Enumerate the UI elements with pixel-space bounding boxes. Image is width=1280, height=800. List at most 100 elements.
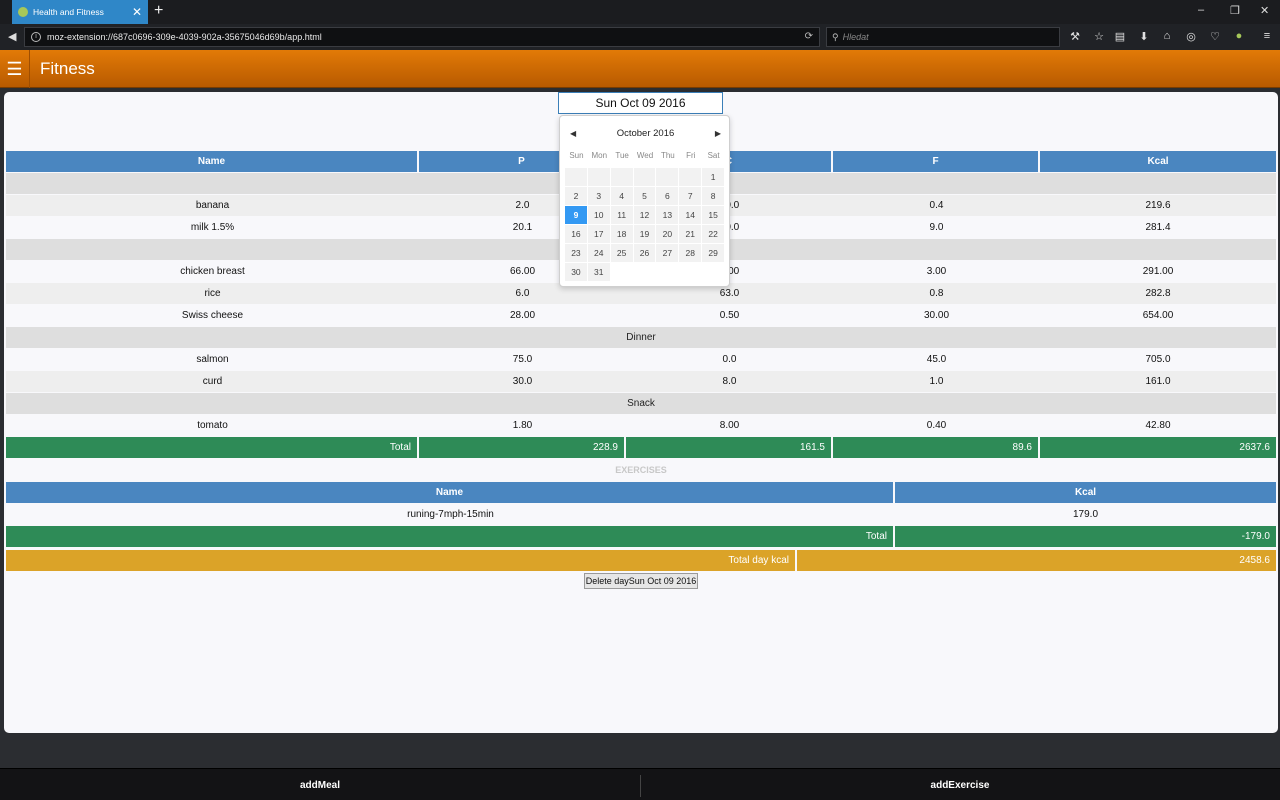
close-tab-icon[interactable]: ✕ <box>132 5 142 19</box>
star-icon[interactable]: ☆ <box>1092 30 1106 43</box>
protein-value: 30.0 <box>512 376 533 387</box>
hamburger-menu-icon[interactable]: ☰ <box>0 50 30 88</box>
extension-icon[interactable]: ● <box>1232 30 1246 42</box>
menu-icon[interactable]: ≡ <box>1260 30 1274 42</box>
weekday-label: Mon <box>591 151 608 160</box>
browser-nav-bar: ◀ i moz-extension://687c0696-309e-4039-9… <box>0 24 1280 50</box>
fat-value: 3.00 <box>926 266 947 277</box>
datepicker-day[interactable]: 20 <box>656 225 680 243</box>
add-exercise-button[interactable]: addExercise <box>640 769 1280 800</box>
datepicker-week-row: 1 <box>565 168 726 186</box>
datepicker-day[interactable]: 21 <box>679 225 703 243</box>
search-placeholder: Hledat <box>842 32 869 42</box>
search-icon: ⚲ <box>832 31 839 42</box>
datepicker-day[interactable]: 30 <box>565 263 588 281</box>
clipboard-icon[interactable]: ▤ <box>1113 30 1127 43</box>
datepicker-week-row: 16 17 18 19 20 21 22 <box>565 225 726 243</box>
date-input[interactable]: Sun Oct 09 2016 <box>558 92 723 114</box>
kcal-value: 705.0 <box>1145 354 1171 365</box>
restore-icon[interactable]: ❐ <box>1230 4 1240 17</box>
kcal-value: 281.4 <box>1145 222 1171 233</box>
datepicker-day[interactable]: 5 <box>633 187 657 205</box>
fat-value: 0.4 <box>929 200 944 211</box>
datepicker-day[interactable]: 9 <box>565 206 588 224</box>
datepicker-month-label[interactable]: October 2016 <box>617 128 675 139</box>
exercise-kcal: 179.0 <box>1072 509 1099 520</box>
datepicker-empty-cell <box>587 168 611 186</box>
table-row[interactable]: runing-7mph-15min 179.0 <box>6 504 1276 525</box>
datepicker-day[interactable]: 23 <box>565 244 588 262</box>
datepicker-day[interactable]: 1 <box>702 168 726 186</box>
info-icon[interactable]: i <box>31 32 41 42</box>
kcal-value: 42.80 <box>1145 420 1171 431</box>
delete-day-button[interactable]: Delete daySun Oct 09 2016 <box>584 573 698 589</box>
column-header-exercise-kcal: Kcal <box>895 482 1276 503</box>
protein-value: 75.0 <box>512 354 533 365</box>
minimize-icon[interactable]: – <box>1198 4 1204 16</box>
datepicker-day[interactable]: 18 <box>610 225 634 243</box>
datepicker-day[interactable]: 10 <box>587 206 611 224</box>
datepicker-day[interactable]: 2 <box>565 187 588 205</box>
datepicker-day[interactable]: 15 <box>702 206 726 224</box>
datepicker-day[interactable]: 17 <box>587 225 611 243</box>
datepicker-day[interactable]: 25 <box>610 244 634 262</box>
day-total-value: 2458.6 <box>797 550 1276 571</box>
datepicker-day[interactable]: 16 <box>565 225 588 243</box>
datepicker-day[interactable]: 14 <box>679 206 703 224</box>
home-icon[interactable]: ⌂ <box>1160 30 1174 42</box>
page-title: Fitness <box>40 59 95 78</box>
meal-label: Snack <box>6 393 1276 414</box>
datepicker-day[interactable]: 19 <box>633 225 657 243</box>
back-arrow-icon[interactable]: ◀ <box>8 30 16 43</box>
datepicker-empty-cell <box>634 263 657 281</box>
column-header-name: Name <box>6 151 419 172</box>
total-label: Total <box>6 437 419 458</box>
close-window-icon[interactable]: ✕ <box>1260 4 1269 17</box>
table-row[interactable]: curd 30.0 8.0 1.0 161.0 <box>6 371 1276 392</box>
meal-label: Dinner <box>6 327 1276 348</box>
datepicker-empty-cell <box>702 263 726 281</box>
datepicker-day[interactable]: 11 <box>610 206 634 224</box>
datepicker-week-row: 23 24 25 26 27 28 29 <box>565 244 726 262</box>
table-row[interactable]: salmon 75.0 0.0 45.0 705.0 <box>6 349 1276 370</box>
table-row[interactable]: tomato 1.80 8.00 0.40 42.80 <box>6 415 1276 436</box>
prev-month-icon[interactable]: ◀ <box>570 129 576 138</box>
datepicker-day[interactable]: 22 <box>702 225 726 243</box>
next-month-icon[interactable]: ▶ <box>715 129 721 138</box>
kcal-value: 654.00 <box>1142 310 1174 321</box>
app-footer: addMeal addExercise <box>0 768 1280 800</box>
table-row[interactable]: Swiss cheese 28.00 0.50 30.00 654.00 <box>6 305 1276 326</box>
globe-icon[interactable]: ◎ <box>1184 30 1198 43</box>
datepicker-empty-cell <box>679 168 703 186</box>
download-icon[interactable]: ⬇ <box>1137 30 1151 43</box>
datepicker-day[interactable]: 13 <box>656 206 680 224</box>
datepicker-day[interactable]: 8 <box>702 187 726 205</box>
new-tab-button[interactable]: + <box>154 3 163 19</box>
kcal-value: 219.6 <box>1145 200 1171 211</box>
datepicker-day[interactable]: 7 <box>679 187 703 205</box>
exercises-section-title: EXERCISES <box>615 465 667 475</box>
add-meal-button[interactable]: addMeal <box>0 769 640 800</box>
datepicker-day[interactable]: 24 <box>587 244 611 262</box>
datepicker-day[interactable]: 12 <box>633 206 657 224</box>
datepicker-day[interactable]: 29 <box>702 244 726 262</box>
search-input[interactable]: ⚲ Hledat <box>826 27 1060 47</box>
datepicker-day[interactable]: 28 <box>679 244 703 262</box>
datepicker-day[interactable]: 6 <box>656 187 680 205</box>
food-name: milk 1.5% <box>190 222 235 233</box>
datepicker-day[interactable]: 26 <box>633 244 657 262</box>
day-total-row: Total day kcal 2458.6 <box>6 550 1276 571</box>
datepicker-day[interactable]: 4 <box>610 187 634 205</box>
datepicker-day[interactable]: 31 <box>587 263 611 281</box>
pocket-icon[interactable]: ♡ <box>1208 30 1222 43</box>
datepicker-day[interactable]: 3 <box>587 187 611 205</box>
datepicker-popup: ◀ October 2016 ▶ Sun Mon Tue Wed Thu Fri… <box>559 115 730 287</box>
datepicker-week-row: 2345678 <box>565 187 726 205</box>
datepicker-day[interactable]: 27 <box>656 244 680 262</box>
reload-icon[interactable]: ⟳ <box>805 31 813 42</box>
exercise-total-label: Total <box>6 526 895 547</box>
datepicker-empty-cell <box>611 263 634 281</box>
wrench-icon[interactable]: ⚒ <box>1068 30 1082 43</box>
browser-tab[interactable]: Health and Fitness ✕ <box>12 0 148 24</box>
url-bar[interactable]: i moz-extension://687c0696-309e-4039-902… <box>24 27 820 47</box>
